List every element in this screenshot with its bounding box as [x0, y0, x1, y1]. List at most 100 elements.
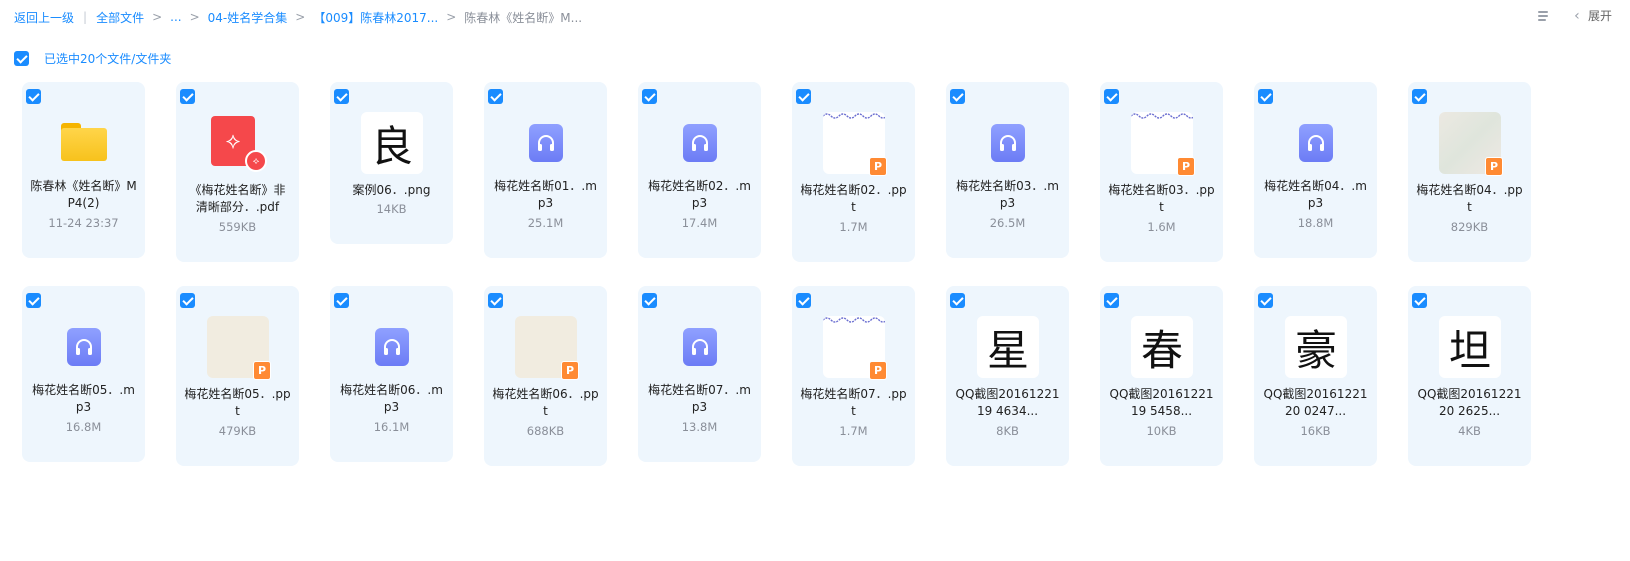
- file-card[interactable]: 梅花姓名断07．.mp3 13.8M: [638, 286, 761, 462]
- file-checkbox[interactable]: [950, 293, 965, 308]
- back-link[interactable]: 返回上一级: [14, 9, 74, 26]
- file-checkbox[interactable]: [488, 293, 503, 308]
- file-checkbox[interactable]: [796, 293, 811, 308]
- file-checkbox[interactable]: [180, 293, 195, 308]
- file-name: QQ截图2016122120 0247...: [1263, 387, 1368, 418]
- file-checkbox[interactable]: [1412, 89, 1427, 104]
- breadcrumb-level1[interactable]: 04-姓名学合集: [208, 9, 288, 26]
- breadcrumb-separator: >: [295, 10, 306, 24]
- file-checkbox[interactable]: [796, 89, 811, 104]
- top-actions: ‹ 展开: [1536, 7, 1612, 24]
- file-checkbox[interactable]: [26, 293, 41, 308]
- file-card[interactable]: 梅花姓名断06．.mp3 16.1M: [330, 286, 453, 462]
- file-size: 479KB: [218, 424, 257, 438]
- file-size: 16.1M: [373, 420, 410, 434]
- file-card[interactable]: 豪 QQ截图2016122120 0247... 16KB: [1254, 286, 1377, 466]
- image-preview: 良: [361, 112, 423, 174]
- file-size: 1.6M: [1147, 220, 1176, 234]
- ppt-thumbnail: P: [1439, 112, 1503, 176]
- audio-file-icon: [1285, 112, 1347, 174]
- ppt-badge-icon: P: [1485, 157, 1503, 176]
- audio-file-icon: [53, 316, 115, 378]
- file-card[interactable]: 陈春林《姓名断》MP4(2) 11-24 23:37: [22, 82, 145, 258]
- file-name: QQ截图2016122119 5458...: [1109, 387, 1214, 418]
- image-preview: 星: [977, 316, 1039, 378]
- image-thumbnail: 良: [361, 112, 423, 174]
- grid-row: 梅花姓名断05．.mp3 16.8M P 梅花姓名断05．.ppt 479KB 梅花姓名断…: [22, 286, 1617, 490]
- file-name: 梅花姓名断02．.mp3: [648, 179, 751, 210]
- breadcrumb-separator: >: [446, 10, 457, 24]
- file-checkbox[interactable]: [1258, 293, 1273, 308]
- file-checkbox[interactable]: [1258, 89, 1273, 104]
- file-checkbox[interactable]: [1104, 293, 1119, 308]
- image-thumbnail: 坦: [1439, 316, 1501, 378]
- file-size: 1.7M: [839, 424, 868, 438]
- file-checkbox[interactable]: [642, 89, 657, 104]
- file-card[interactable]: P 梅花姓名断06．.ppt 688KB: [484, 286, 607, 466]
- image-preview: 春: [1131, 316, 1193, 378]
- file-name: 案例06．.png: [352, 183, 431, 197]
- file-checkbox[interactable]: [334, 293, 349, 308]
- file-size: 18.8M: [1297, 216, 1334, 230]
- pdf-badge-icon: ⟡: [245, 150, 267, 172]
- chevron-left-icon[interactable]: ‹: [1570, 8, 1584, 24]
- file-card[interactable]: 梅花姓名断05．.mp3 16.8M: [22, 286, 145, 462]
- ppt-thumbnail: P: [823, 112, 887, 176]
- file-name: QQ截图2016122119 4634...: [955, 387, 1060, 418]
- expand-button[interactable]: 展开: [1588, 7, 1612, 24]
- file-name: 梅花姓名断04．.ppt: [1416, 183, 1523, 214]
- file-name: QQ截图2016122120 2625...: [1417, 387, 1522, 418]
- breadcrumb-ellipsis[interactable]: ...: [170, 10, 181, 24]
- file-card[interactable]: 梅花姓名断04．.mp3 18.8M: [1254, 82, 1377, 258]
- breadcrumb: 返回上一级 | 全部文件 > ... > 04-姓名学合集 > 【009】陈春林…: [14, 8, 582, 26]
- file-checkbox[interactable]: [1412, 293, 1427, 308]
- pdf-file-icon: ⟡ ⟡: [207, 112, 269, 174]
- ppt-thumbnail: P: [823, 316, 887, 380]
- selection-count: 已选中20个文件/文件夹: [44, 51, 172, 66]
- file-size: 4KB: [1458, 424, 1481, 438]
- file-card[interactable]: P 梅花姓名断04．.ppt 829KB: [1408, 82, 1531, 262]
- file-checkbox[interactable]: [642, 293, 657, 308]
- image-thumbnail: 春: [1131, 316, 1193, 378]
- file-checkbox[interactable]: [1104, 89, 1119, 104]
- file-size: 16.8M: [65, 420, 102, 434]
- select-all-bar: 已选中20个文件/文件夹: [14, 50, 171, 66]
- file-checkbox[interactable]: [180, 89, 195, 104]
- file-card[interactable]: 梅花姓名断03．.mp3 26.5M: [946, 82, 1069, 258]
- ppt-thumbnail: P: [1131, 112, 1195, 176]
- file-name: 梅花姓名断05．.ppt: [184, 387, 291, 418]
- file-card[interactable]: 春 QQ截图2016122119 5458... 10KB: [1100, 286, 1223, 466]
- file-card[interactable]: P 梅花姓名断03．.ppt 1.6M: [1100, 82, 1223, 262]
- breadcrumb-divider: |: [83, 10, 88, 24]
- file-checkbox[interactable]: [950, 89, 965, 104]
- file-card[interactable]: 梅花姓名断02．.mp3 17.4M: [638, 82, 761, 258]
- file-card[interactable]: P 梅花姓名断05．.ppt 479KB: [176, 286, 299, 466]
- file-card[interactable]: 坦 QQ截图2016122120 2625... 4KB: [1408, 286, 1531, 466]
- file-size: 16KB: [1300, 424, 1331, 438]
- breadcrumb-current: 陈春林《姓名断》M...: [464, 10, 583, 25]
- file-checkbox[interactable]: [26, 89, 41, 104]
- ppt-badge-icon: P: [253, 361, 271, 380]
- file-card[interactable]: 星 QQ截图2016122119 4634... 8KB: [946, 286, 1069, 466]
- file-card[interactable]: 良案例06．.png 14KB: [330, 82, 453, 244]
- file-name: 梅花姓名断03．.ppt: [1108, 183, 1215, 214]
- file-card[interactable]: 梅花姓名断01．.mp3 25.1M: [484, 82, 607, 258]
- file-checkbox[interactable]: [334, 89, 349, 104]
- select-all-checkbox[interactable]: [14, 50, 29, 66]
- file-card[interactable]: P 梅花姓名断02．.ppt 1.7M: [792, 82, 915, 262]
- file-size: 10KB: [1146, 424, 1177, 438]
- audio-file-icon: [977, 112, 1039, 174]
- breadcrumb-level2[interactable]: 【009】陈春林2017...: [313, 9, 438, 26]
- file-checkbox[interactable]: [488, 89, 503, 104]
- ppt-thumbnail: P: [207, 316, 271, 380]
- file-card[interactable]: ⟡ ⟡ 《梅花姓名断》非清晰部分．.pdf 559KB: [176, 82, 299, 262]
- breadcrumb-all-files[interactable]: 全部文件: [96, 9, 144, 26]
- list-view-icon[interactable]: [1536, 9, 1550, 23]
- file-size: 1.7M: [839, 220, 868, 234]
- ppt-badge-icon: P: [869, 361, 887, 380]
- grid-row: 陈春林《姓名断》MP4(2) 11-24 23:37 ⟡ ⟡ 《梅花姓名断》非清晰部分．…: [22, 82, 1617, 286]
- file-name: 梅花姓名断02．.ppt: [800, 183, 907, 214]
- file-card[interactable]: P 梅花姓名断07．.ppt 1.7M: [792, 286, 915, 466]
- top-bar: 返回上一级 | 全部文件 > ... > 04-姓名学合集 > 【009】陈春林…: [0, 0, 1630, 34]
- file-name: 梅花姓名断07．.mp3: [648, 383, 751, 414]
